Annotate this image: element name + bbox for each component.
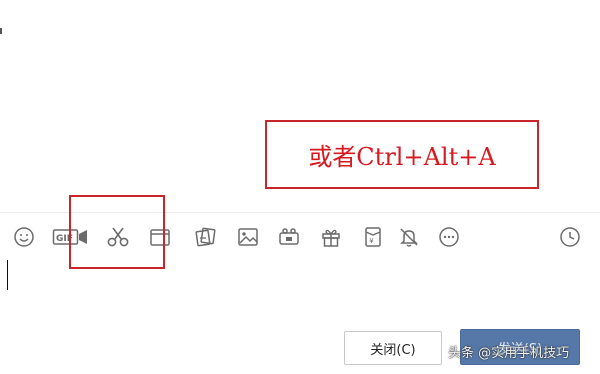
chat-window: 或者Ctrl+Alt+A GIF ¥ 关闭(C) 发送(S) 头条 @实用手机技… — [0, 0, 600, 374]
chat-toolbar: GIF ¥ — [0, 220, 600, 252]
send-image-button[interactable] — [235, 224, 261, 250]
video-call-icon — [279, 228, 299, 245]
emoji-button[interactable] — [11, 224, 37, 250]
toolbar-divider — [0, 212, 600, 213]
message-input[interactable] — [0, 252, 600, 322]
gif-button[interactable]: GIF — [52, 224, 90, 250]
history-scroll-tick — [0, 28, 2, 34]
screenshot-button[interactable] — [105, 224, 131, 250]
mute-notifications-button[interactable] — [396, 224, 422, 250]
svg-text:GIF: GIF — [56, 234, 73, 244]
send-file-button[interactable] — [147, 224, 173, 250]
shortcut-hint-callout: 或者Ctrl+Alt+A — [265, 120, 539, 189]
bell-off-icon — [400, 228, 418, 247]
close-button[interactable]: 关闭(C) — [344, 331, 442, 365]
screenshot-scissors-icon — [107, 227, 129, 247]
shake-window-button[interactable] — [192, 224, 218, 250]
video-call-button[interactable] — [276, 224, 302, 250]
image-icon — [238, 228, 258, 246]
history-clock-icon — [560, 227, 580, 247]
folder-icon — [150, 229, 170, 246]
shake-window-icon — [195, 227, 216, 247]
emoji-icon — [14, 227, 34, 247]
svg-text:¥: ¥ — [369, 237, 374, 245]
text-caret — [7, 260, 8, 290]
red-packet-button[interactable]: ¥ — [360, 224, 386, 250]
gif-icon: GIF — [52, 229, 87, 245]
gift-button[interactable] — [318, 224, 344, 250]
message-history-button[interactable] — [557, 224, 583, 250]
red-packet-icon: ¥ — [365, 227, 381, 247]
gift-icon — [322, 229, 340, 247]
shortcut-hint-text: 或者Ctrl+Alt+A — [308, 143, 496, 171]
more-icon — [439, 227, 459, 247]
more-button[interactable] — [436, 224, 462, 250]
watermark-text: 头条 @实用手机技巧 — [448, 346, 570, 361]
